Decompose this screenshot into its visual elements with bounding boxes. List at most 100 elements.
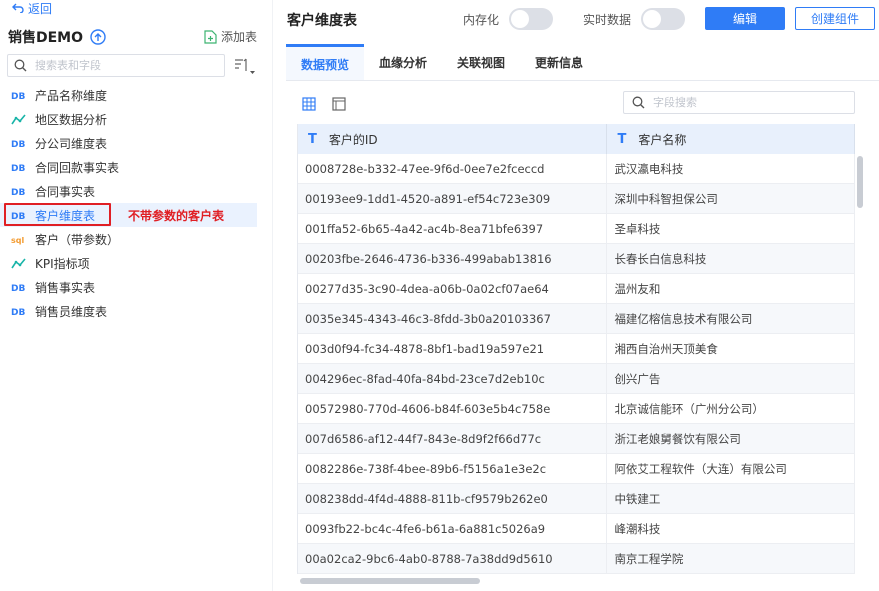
tree-item-label: 销售事实表	[35, 280, 96, 295]
svg-text:DB: DB	[11, 164, 25, 172]
table-cell[interactable]: 长春长白信息科技	[607, 244, 855, 273]
in-memory-toggle[interactable]	[509, 8, 554, 30]
table-cell[interactable]: 00572980-770d-4606-b84f-603e5b4c758e	[298, 394, 608, 423]
tree-item-label: 合同事实表	[35, 184, 96, 199]
analysis-icon	[11, 113, 27, 125]
tree-item-label: 销售员维度表	[35, 304, 108, 319]
table-row: 00277d35-3c90-4dea-a06b-0a02cf07ae64 温州友和	[298, 274, 855, 304]
column-header[interactable]: T 客户的ID	[298, 124, 608, 154]
tree-item[interactable]: sql 客户（带参数）	[0, 227, 272, 251]
annotation-label: 不带参数的客户表	[128, 209, 225, 223]
view-toggle	[302, 96, 362, 115]
table-cell[interactable]: 0093fb22-bc4c-4fe6-b61a-6a881c5026a9	[298, 514, 608, 543]
field-search-input[interactable]	[653, 96, 843, 109]
tree-item[interactable]: DB 销售事实表	[0, 275, 272, 299]
table-cell[interactable]: 0082286e-738f-4bee-89b6-f5156a1e3e2c	[298, 454, 608, 483]
realtime-toggle[interactable]	[641, 8, 686, 30]
detail-view-icon[interactable]	[332, 96, 346, 115]
tree-item-label: 客户维度表	[35, 208, 96, 223]
table-cell[interactable]: 008238dd-4f4d-4888-811b-cf9579b262e0	[298, 484, 608, 513]
horizontal-scrollbar[interactable]	[300, 578, 480, 584]
table-cell[interactable]: 圣卓科技	[607, 214, 855, 243]
grid-view-icon[interactable]	[302, 96, 316, 115]
tree-item[interactable]: DB 分公司维度表	[0, 131, 272, 155]
vertical-scrollbar[interactable]	[857, 156, 863, 208]
svg-text:DB: DB	[11, 308, 25, 316]
left-sidebar: 返回 销售DEMO 添加表 DB 产品名称维度地区数据分析 DB 分公司维度表 DB 合同…	[0, 0, 272, 591]
tab-3[interactable]: 更新信息	[520, 44, 598, 81]
sql-icon: sql	[11, 233, 27, 245]
create-component-button[interactable]: 创建组件	[795, 7, 875, 30]
table-cell[interactable]: 0008728e-b332-47ee-9f6d-0ee7e2fceccd	[298, 154, 608, 183]
table-cell[interactable]: 创兴广告	[607, 364, 855, 393]
table-tree: DB 产品名称维度 地区数据分析 DB 分公司维度表 DB 合同回款事实表 DB 合同事实表 DB…	[0, 83, 272, 323]
tree-item[interactable]: KPI指标项	[0, 251, 272, 275]
table-cell[interactable]: 中铁建工	[607, 484, 855, 513]
search-icon	[14, 59, 27, 72]
realtime-toggle-group: 实时数据	[583, 8, 686, 30]
table-search-input[interactable]	[35, 59, 205, 72]
back-arrow-icon	[12, 3, 24, 13]
table-cell[interactable]: 阿依艾工程软件（大连）有限公司	[607, 454, 855, 483]
column-header[interactable]: T 客户名称	[607, 124, 855, 154]
edit-button[interactable]: 编辑	[705, 7, 785, 30]
table-cell[interactable]: 浙江老娘舅餐饮有限公司	[607, 424, 855, 453]
field-search-box	[623, 91, 855, 114]
table-row: 003d0f94-fc34-4878-8bf1-bad19a597e21 湘西自治…	[298, 334, 855, 364]
table-row: 007d6586-af12-44f7-843e-8d9f2f66d77c 浙江老娘…	[298, 424, 855, 454]
db-table-icon: DB	[11, 305, 27, 317]
table-cell[interactable]: 00203fbe-2646-4736-b336-499abab13816	[298, 244, 608, 273]
table-cell[interactable]: 0035e345-4343-46c3-8fdd-3b0a20103367	[298, 304, 608, 333]
page-title: 客户维度表	[287, 13, 357, 29]
tree-item[interactable]: DB 产品名称维度	[0, 83, 272, 107]
table-cell[interactable]: 北京诚信能环（广州分公司）	[607, 394, 855, 423]
column-header-label: 客户的ID	[328, 132, 378, 147]
table-cell[interactable]: 温州友和	[607, 274, 855, 303]
table-cell[interactable]: 福建亿榕信息技术有限公司	[607, 304, 855, 333]
table-cell[interactable]: 00193ee9-1dd1-4520-a891-ef54c723e309	[298, 184, 608, 213]
tree-item-label: 地区数据分析	[35, 112, 108, 127]
text-type-icon: T	[308, 131, 317, 147]
svg-text:DB: DB	[11, 188, 25, 196]
tree-item[interactable]: DB 合同回款事实表	[0, 155, 272, 179]
table-row: 00193ee9-1dd1-4520-a891-ef54c723e309 深圳中科…	[298, 184, 855, 214]
sort-icon[interactable]	[234, 57, 256, 75]
table-cell[interactable]: 南京工程学院	[607, 544, 855, 573]
tree-item[interactable]: DB 合同事实表	[0, 179, 272, 203]
db-table-icon: DB	[11, 137, 27, 149]
table-cell[interactable]: 00277d35-3c90-4dea-a06b-0a02cf07ae64	[298, 274, 608, 303]
tree-item[interactable]: 地区数据分析	[0, 107, 272, 131]
tab-0[interactable]: 数据预览	[286, 44, 365, 81]
upload-icon[interactable]	[90, 29, 106, 45]
table-row: 00a02ca2-9bc6-4ab0-8788-7a38dd9d5610 南京工程…	[298, 544, 855, 574]
db-table-icon: DB	[11, 161, 27, 173]
table-cell[interactable]: 003d0f94-fc34-4878-8bf1-bad19a597e21	[298, 334, 608, 363]
table-row: 0093fb22-bc4c-4fe6-b61a-6a881c5026a9 峰潮科技	[298, 514, 855, 544]
table-cell[interactable]: 007d6586-af12-44f7-843e-8d9f2f66d77c	[298, 424, 608, 453]
table-cell[interactable]: 001ffa52-6b65-4a42-ac4b-8ea71bfe6397	[298, 214, 608, 243]
tab-1[interactable]: 血缘分析	[364, 44, 442, 81]
table-cell[interactable]: 峰潮科技	[607, 514, 855, 543]
back-link[interactable]: 返回	[12, 0, 52, 16]
table-cell[interactable]: 湘西自治州天顶美食	[607, 334, 855, 363]
add-table-button[interactable]: 添加表	[204, 28, 257, 45]
tree-item[interactable]: DB 销售员维度表	[0, 299, 272, 323]
search-icon	[632, 96, 645, 109]
column-header-label: 客户名称	[638, 132, 687, 147]
tab-2[interactable]: 关联视图	[442, 44, 520, 81]
table-cell[interactable]: 深圳中科智担保公司	[607, 184, 855, 213]
text-type-icon: T	[617, 131, 627, 147]
analysis-icon	[11, 257, 27, 269]
tab-divider	[286, 80, 879, 81]
table-row: 001ffa52-6b65-4a42-ac4b-8ea71bfe6397 圣卓科技	[298, 214, 855, 244]
table-row: 0082286e-738f-4bee-89b6-f5156a1e3e2c 阿依艾工…	[298, 454, 855, 484]
table-cell[interactable]: 武汉瀛电科技	[607, 154, 855, 183]
svg-text:DB: DB	[11, 284, 25, 292]
in-memory-toggle-group: 内存化	[463, 8, 554, 30]
table-row: 008238dd-4f4d-4888-811b-cf9579b262e0 中铁建工	[298, 484, 855, 514]
table-cell[interactable]: 004296ec-8fad-40fa-84bd-23ce7d2eb10c	[298, 364, 608, 393]
table-cell[interactable]: 00a02ca2-9bc6-4ab0-8788-7a38dd9d5610	[298, 544, 608, 573]
table-body: 0008728e-b332-47ee-9f6d-0ee7e2fceccd 武汉瀛电…	[298, 154, 855, 574]
table-row: 0008728e-b332-47ee-9f6d-0ee7e2fceccd 武汉瀛电…	[298, 154, 855, 184]
table-header: T 客户的ID T 客户名称	[298, 124, 855, 154]
